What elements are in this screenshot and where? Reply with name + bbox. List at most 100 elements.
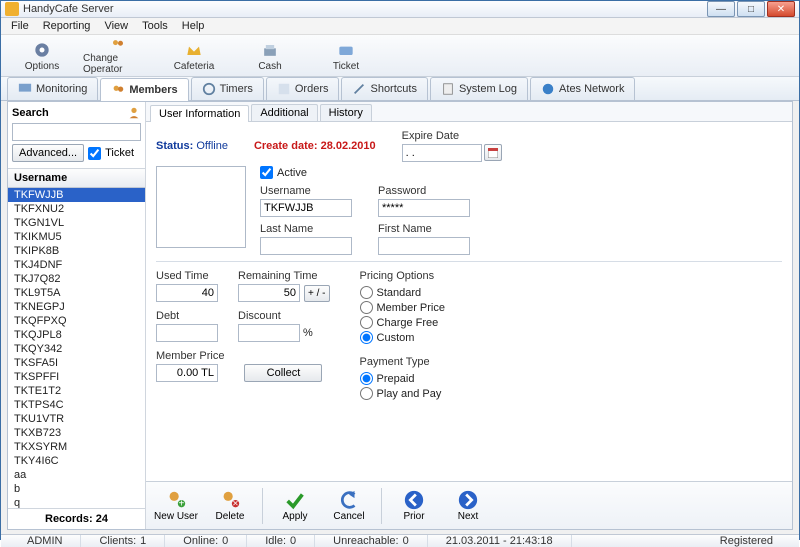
menu-help[interactable]: Help bbox=[176, 18, 211, 34]
list-item[interactable]: TKQJPL8 bbox=[8, 328, 145, 342]
ticket-label: Ticket bbox=[105, 147, 134, 159]
delete-button[interactable]: ×Delete bbox=[208, 489, 252, 522]
content-area: Search Advanced... Ticket Username TKFWJ… bbox=[7, 101, 793, 530]
arrow-left-icon bbox=[403, 489, 425, 511]
members-icon bbox=[111, 83, 125, 97]
tab-orders[interactable]: Orders bbox=[266, 77, 340, 100]
list-item[interactable]: TKIPK8B bbox=[8, 244, 145, 258]
username-input[interactable] bbox=[260, 199, 352, 217]
user-list-items[interactable]: TKFWJJBTKFXNU2TKGN1VLTKIKMU5TKIPK8BTKJ4D… bbox=[8, 188, 145, 508]
tab-ates-network[interactable]: Ates Network bbox=[530, 77, 635, 100]
menu-view[interactable]: View bbox=[98, 18, 134, 34]
collect-button[interactable]: Collect bbox=[244, 364, 322, 382]
list-item[interactable]: TKSPFFI bbox=[8, 370, 145, 384]
list-item[interactable]: TKFWJJB bbox=[8, 188, 145, 202]
list-item[interactable]: TKIKMU5 bbox=[8, 230, 145, 244]
last-name-input[interactable] bbox=[260, 237, 352, 255]
percent-label: % bbox=[303, 327, 313, 339]
first-name-label: First Name bbox=[378, 223, 470, 235]
list-item[interactable]: TKFXNU2 bbox=[8, 202, 145, 216]
list-item[interactable]: TKY4I6C bbox=[8, 454, 145, 468]
close-button[interactable]: ✕ bbox=[767, 1, 795, 17]
subtab-history[interactable]: History bbox=[320, 104, 372, 121]
list-item[interactable]: TKU1VTR bbox=[8, 412, 145, 426]
status-clients: Clients:1 bbox=[81, 535, 165, 547]
status-bar: ADMIN Clients:1 Online:0 Idle:0 Unreacha… bbox=[1, 534, 799, 547]
log-icon bbox=[441, 82, 455, 96]
list-item[interactable]: TKQY342 bbox=[8, 342, 145, 356]
tab-shortcuts[interactable]: Shortcuts bbox=[341, 77, 427, 100]
calendar-icon bbox=[488, 148, 498, 158]
pricing-charge-free-radio[interactable] bbox=[360, 316, 373, 329]
menu-file[interactable]: File bbox=[5, 18, 35, 34]
list-item[interactable]: TKSFA5I bbox=[8, 356, 145, 370]
menu-reporting[interactable]: Reporting bbox=[37, 18, 97, 34]
new-user-button[interactable]: +New User bbox=[154, 489, 198, 522]
expire-date-label: Expire Date bbox=[402, 130, 502, 142]
member-photo[interactable] bbox=[156, 166, 246, 248]
list-item[interactable]: b bbox=[8, 482, 145, 496]
toolbar-cash[interactable]: Cash bbox=[235, 37, 305, 75]
first-name-input[interactable] bbox=[378, 237, 470, 255]
minimize-button[interactable]: — bbox=[707, 1, 735, 17]
used-time-input[interactable] bbox=[156, 284, 218, 302]
list-item[interactable]: TKJ4DNF bbox=[8, 258, 145, 272]
discount-input[interactable] bbox=[238, 324, 300, 342]
pricing-standard-radio[interactable] bbox=[360, 286, 373, 299]
username-column-header[interactable]: Username bbox=[8, 169, 145, 188]
toolbar-options[interactable]: Options bbox=[7, 37, 77, 75]
list-item[interactable]: TKTPS4C bbox=[8, 398, 145, 412]
tab-monitoring[interactable]: Monitoring bbox=[7, 77, 98, 100]
list-item[interactable]: TKJ7Q82 bbox=[8, 272, 145, 286]
prior-button[interactable]: Prior bbox=[392, 489, 436, 522]
list-item[interactable]: TKL9T5A bbox=[8, 286, 145, 300]
tab-timers[interactable]: Timers bbox=[191, 77, 264, 100]
status-idle: Idle:0 bbox=[247, 535, 315, 547]
payment-play-pay-radio[interactable] bbox=[360, 387, 373, 400]
active-checkbox[interactable] bbox=[260, 166, 273, 179]
toolbar-change-operator[interactable]: Change Operator bbox=[83, 37, 153, 75]
subtab-user-information[interactable]: User Information bbox=[150, 105, 249, 122]
calendar-button[interactable] bbox=[484, 144, 502, 161]
advanced-button[interactable]: Advanced... bbox=[12, 144, 84, 162]
toolbar-ticket[interactable]: Ticket bbox=[311, 37, 381, 75]
list-item[interactable]: TKXB723 bbox=[8, 426, 145, 440]
status-unreachable: Unreachable:0 bbox=[315, 535, 428, 547]
status-online: Online:0 bbox=[165, 535, 247, 547]
payment-prepaid-radio[interactable] bbox=[360, 372, 373, 385]
list-item[interactable]: aa bbox=[8, 468, 145, 482]
next-button[interactable]: Next bbox=[446, 489, 490, 522]
menu-tools[interactable]: Tools bbox=[136, 18, 174, 34]
list-item[interactable]: q bbox=[8, 496, 145, 508]
ticket-checkbox[interactable] bbox=[88, 147, 101, 160]
arrow-right-icon bbox=[457, 489, 479, 511]
cash-register-icon bbox=[260, 40, 280, 60]
list-item[interactable]: TKTE1T2 bbox=[8, 384, 145, 398]
maximize-button[interactable]: □ bbox=[737, 1, 765, 17]
subtabs: User Information Additional History bbox=[146, 102, 792, 122]
member-price-input[interactable] bbox=[156, 364, 218, 382]
shortcut-icon bbox=[352, 82, 366, 96]
toolbar-cafeteria[interactable]: Cafeteria bbox=[159, 37, 229, 75]
apply-button[interactable]: Apply bbox=[273, 489, 317, 522]
separator bbox=[262, 488, 263, 524]
app-icon bbox=[5, 2, 19, 16]
expire-date-input[interactable] bbox=[402, 144, 482, 162]
search-input[interactable] bbox=[12, 123, 141, 141]
plus-minus-button[interactable]: + / - bbox=[304, 285, 330, 302]
tab-members[interactable]: Members bbox=[100, 78, 188, 101]
pricing-member-price-radio[interactable] bbox=[360, 301, 373, 314]
clock-icon bbox=[202, 82, 216, 96]
discount-label: Discount bbox=[238, 310, 313, 322]
tab-system-log[interactable]: System Log bbox=[430, 77, 528, 100]
cancel-button[interactable]: Cancel bbox=[327, 489, 371, 522]
password-input[interactable] bbox=[378, 199, 470, 217]
list-item[interactable]: TKNEGPJ bbox=[8, 300, 145, 314]
pricing-custom-radio[interactable] bbox=[360, 331, 373, 344]
debt-input[interactable] bbox=[156, 324, 218, 342]
remaining-time-input[interactable] bbox=[238, 284, 300, 302]
list-item[interactable]: TKGN1VL bbox=[8, 216, 145, 230]
list-item[interactable]: TKXSYRM bbox=[8, 440, 145, 454]
list-item[interactable]: TKQFPXQ bbox=[8, 314, 145, 328]
subtab-additional[interactable]: Additional bbox=[251, 104, 317, 121]
